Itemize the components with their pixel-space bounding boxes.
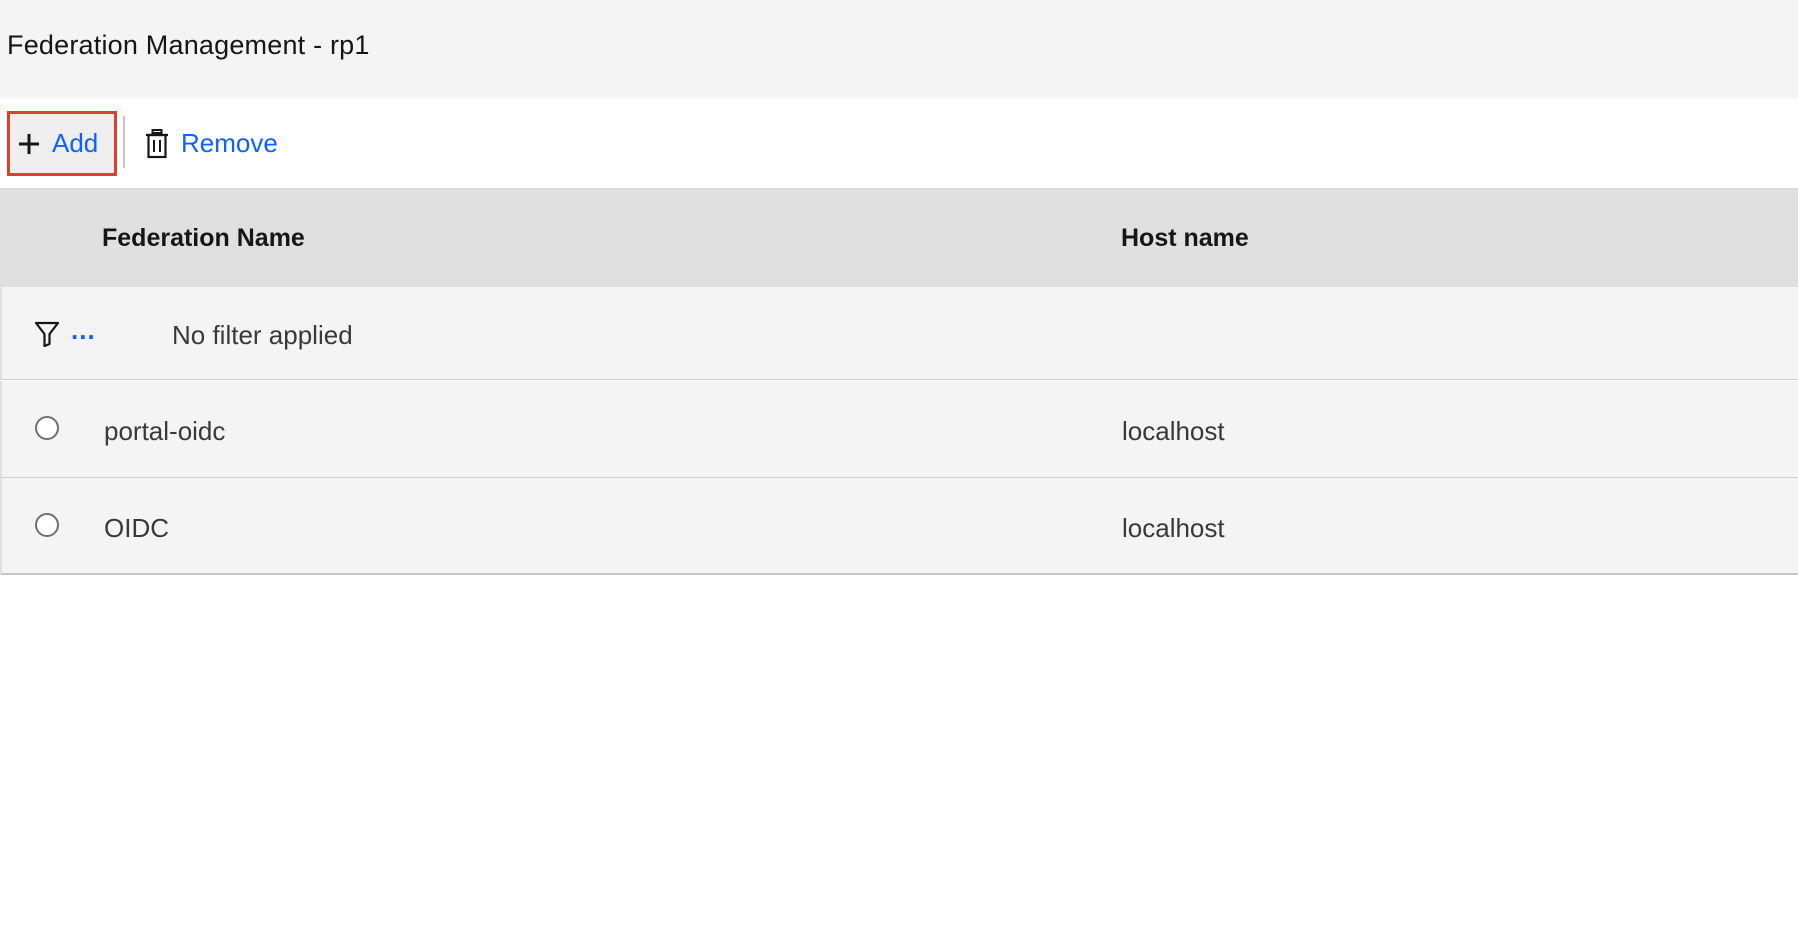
- remove-button[interactable]: Remove: [145, 111, 278, 176]
- filter-status-text: No filter applied: [172, 320, 353, 350]
- filter-more-link[interactable]: ...: [71, 315, 96, 346]
- add-button[interactable]: Add: [7, 111, 117, 176]
- cell-host-name: localhost: [1122, 513, 1225, 543]
- table-header: Federation Name Host name: [0, 189, 1798, 287]
- cell-host-name: localhost: [1122, 416, 1225, 446]
- filter-row: ... No filter applied: [0, 287, 1798, 380]
- filter-icon[interactable]: [34, 321, 60, 352]
- column-header-federation-name[interactable]: Federation Name: [102, 224, 305, 253]
- trash-icon: [145, 128, 169, 159]
- column-header-host-name[interactable]: Host name: [1121, 224, 1249, 253]
- cell-federation-name: OIDC: [104, 513, 169, 543]
- add-button-label: Add: [52, 128, 99, 158]
- page-header: Federation Management - rp1: [0, 0, 1798, 98]
- row-select-radio[interactable]: [35, 416, 59, 440]
- remove-button-label: Remove: [181, 128, 278, 158]
- table-row[interactable]: portal-oidc localhost: [0, 381, 1798, 478]
- toolbar: Add Remove: [0, 98, 1798, 189]
- row-select-radio[interactable]: [35, 513, 59, 537]
- toolbar-divider: [123, 116, 125, 168]
- page-title: Federation Management - rp1: [7, 30, 370, 60]
- plus-icon: [18, 133, 40, 155]
- table-row[interactable]: OIDC localhost: [0, 478, 1798, 575]
- cell-federation-name: portal-oidc: [104, 416, 226, 446]
